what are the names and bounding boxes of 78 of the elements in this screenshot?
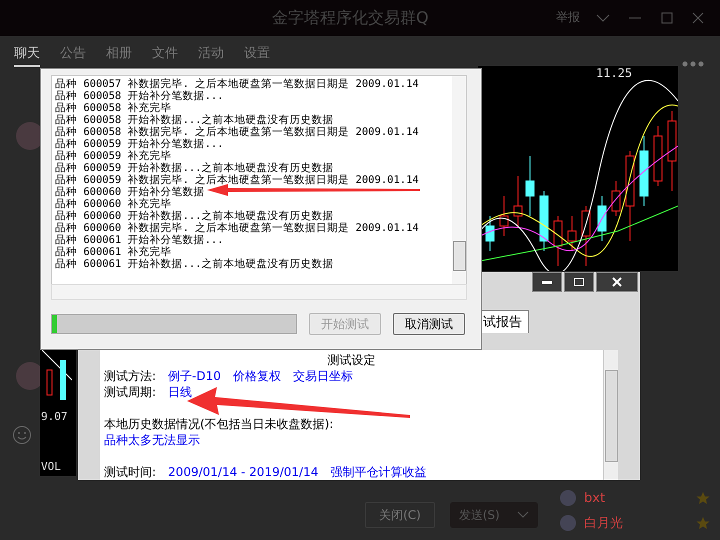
log-line: 品种 600057 补数据完毕. 之后本地硬盘第一笔数据日期是 2009.01.14 <box>55 78 419 90</box>
candle <box>486 216 494 252</box>
maximize-button[interactable] <box>564 272 594 292</box>
chevron-icon[interactable] <box>517 511 530 519</box>
log-line: 品种 600059 补充完毕 <box>55 150 172 162</box>
minimize-icon <box>542 280 552 284</box>
close-icon <box>612 277 622 287</box>
close-button[interactable] <box>596 272 638 292</box>
log-line: 品种 600061 开始补数据...之前本地硬盘没有历史数据 <box>55 258 334 270</box>
candle <box>46 370 52 396</box>
candle <box>554 216 562 266</box>
report-link[interactable]: 举报 <box>556 9 580 26</box>
tab[interactable]: 文件 <box>152 44 178 67</box>
avatar <box>560 515 576 531</box>
scrollbar[interactable] <box>603 350 618 480</box>
test-button[interactable]: 取消测试 <box>393 313 465 335</box>
tab[interactable]: 公告 <box>60 44 86 67</box>
candle <box>582 206 590 266</box>
log-line: 品种 600061 开始补分笔数据... <box>55 234 224 246</box>
candle <box>598 196 606 242</box>
price-label: 9.07 <box>41 410 68 423</box>
field-value: 例子-D10 <box>168 368 221 384</box>
field-label: 本地历史数据情况(不包括当日未收盘数据): <box>104 416 334 432</box>
field-value: 品种太多无法显示 <box>104 432 200 448</box>
tab[interactable]: 聊天 <box>14 44 40 67</box>
star-icon <box>696 516 710 530</box>
star-icon <box>696 491 710 505</box>
log-line: 品种 600059 补数据完毕. 之后本地硬盘第一笔数据日期是 2009.01.14 <box>55 174 419 186</box>
log-line: 品种 600058 补充完毕 <box>55 102 172 114</box>
tab[interactable]: 设置 <box>244 44 270 67</box>
candle <box>514 176 522 226</box>
log-line: 品种 600058 开始补数据...之前本地硬盘没有历史数据 <box>55 114 334 126</box>
candle <box>568 216 576 252</box>
log-line: 品种 600058 开始补分笔数据... <box>55 90 224 102</box>
avatar <box>560 490 576 506</box>
log-line: 品种 600060 补数据完毕. 之后本地硬盘第一笔数据日期是 2009.01.14 <box>55 222 419 234</box>
close-icon[interactable] <box>692 12 704 24</box>
maximize-icon <box>574 278 584 286</box>
send-button[interactable]: 发送(S) <box>450 502 538 528</box>
member-name[interactable]: 白月光 <box>584 514 688 532</box>
candle <box>526 156 534 216</box>
tab[interactable]: 相册 <box>106 44 132 67</box>
log-line: 品种 600060 补充完毕 <box>55 198 172 210</box>
log-line: 品种 600060 开始补分笔数据 <box>55 186 205 198</box>
more-icon[interactable] <box>682 61 704 67</box>
emoji-icon[interactable] <box>12 425 32 445</box>
section-heading: 测试设定 <box>326 352 376 368</box>
chevron-icon[interactable] <box>596 13 610 23</box>
scrollbar[interactable] <box>51 284 467 300</box>
field-label: 测试时间: <box>104 464 156 480</box>
candle <box>654 126 662 186</box>
candle <box>612 180 620 216</box>
log-line: 品种 600058 补数据完毕. 之后本地硬盘第一笔数据日期是 2009.01.14 <box>55 126 419 138</box>
candle <box>500 196 508 236</box>
close-button[interactable]: 关闭(C) <box>365 502 435 528</box>
minimize-button[interactable] <box>532 272 562 292</box>
moving-average-line <box>42 350 72 380</box>
field-value: 强制平仓计算收益 <box>330 464 426 480</box>
scrollbar[interactable] <box>452 76 466 284</box>
tab[interactable]: 活动 <box>198 44 224 67</box>
field-value: 2009/01/14 - 2019/01/14 <box>168 464 318 480</box>
field-value: 交易日坐标 <box>292 368 353 384</box>
log-line: 品种 600060 开始补数据...之前本地硬盘没有历史数据 <box>55 210 334 222</box>
volume-label: VOL <box>41 460 61 473</box>
candle <box>540 190 548 252</box>
field-label: 测试方法: <box>104 368 156 384</box>
field-value: 日线 <box>168 384 192 400</box>
maximize-icon[interactable] <box>661 12 673 24</box>
candle <box>640 136 648 206</box>
log-line: 品种 600061 补充完毕 <box>55 246 172 258</box>
field-value: 价格复权 <box>232 368 281 384</box>
member-name[interactable]: bxt <box>584 490 688 506</box>
price-label: 11.25 <box>596 66 632 80</box>
log-line: 品种 600059 开始补数据...之前本地硬盘没有历史数据 <box>55 162 334 174</box>
log-line: 品种 600059 开始补分笔数据... <box>55 138 224 150</box>
field-label: 测试周期: <box>104 384 156 400</box>
window-title: 金字塔程序化交易群Q <box>272 8 429 29</box>
candle <box>60 360 66 400</box>
